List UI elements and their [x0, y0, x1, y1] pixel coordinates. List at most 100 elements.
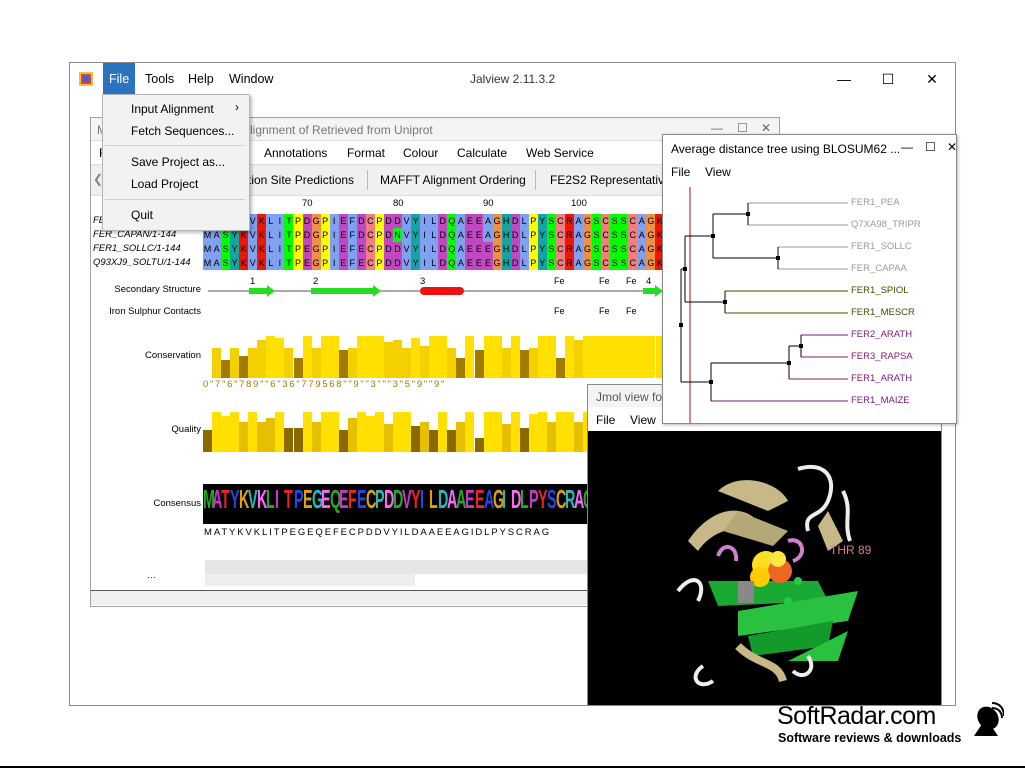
tree-menu-file[interactable]: File [671, 165, 690, 179]
residue: C [628, 214, 638, 228]
quality-bar [555, 412, 565, 452]
logo-letter: E [320, 484, 331, 514]
residue: S [619, 242, 629, 256]
logo-letter: I [275, 484, 280, 514]
residue: L [429, 256, 439, 270]
tab-mafft-ordering[interactable]: MAFFT Alignment Ordering [380, 173, 526, 187]
menu-item-quit[interactable]: Quit [131, 208, 153, 222]
tree-leaf-label[interactable]: FER1_SPIOL [851, 285, 909, 296]
tree-menu-view[interactable]: View [705, 165, 731, 179]
menu-annotations[interactable]: Annotations [264, 146, 327, 160]
residue: S [619, 228, 629, 242]
menu-web-service[interactable]: Web Service [526, 146, 594, 160]
residue: E [483, 256, 493, 270]
menu-colour[interactable]: Colour [403, 146, 438, 160]
residue: G [492, 256, 502, 270]
logo-letter: L [266, 484, 276, 514]
menu-tools[interactable]: Tools [139, 63, 180, 95]
residue: F [347, 242, 357, 256]
tree-leaf-label[interactable]: Q7XA98_TRIPR [851, 219, 921, 230]
jmol-menu-view[interactable]: View [630, 413, 656, 427]
conservation-bar [212, 348, 222, 378]
residue: E [356, 242, 366, 256]
residue: C [365, 242, 375, 256]
residue: K [257, 214, 267, 228]
residue: E [338, 242, 348, 256]
conservation-bar [384, 342, 393, 378]
residue: S [610, 214, 620, 228]
residue: K [257, 256, 267, 270]
residue: G [582, 242, 593, 256]
tree-maximize-icon[interactable]: ☐ [925, 140, 936, 154]
residue: D [392, 242, 403, 256]
tree-leaf-label[interactable]: FER1_ARATH [851, 373, 912, 384]
residue: A [456, 214, 466, 228]
tree-leaf-label[interactable]: FER1_SOLLC [851, 241, 912, 252]
frame-minimize-icon[interactable]: — [711, 121, 723, 135]
tab-fe2s2-representatives[interactable]: FE2S2 Representatives [550, 173, 677, 187]
logo-letter: L [519, 484, 529, 514]
residue: S [619, 214, 629, 228]
sequence-row[interactable]: FER1_SOLLC/1-144 M A S Y K V K L I T P E G P I E F E C P D D V Y… [91, 242, 666, 256]
residue: F [347, 228, 357, 242]
quality-bar [212, 412, 222, 452]
menu-window[interactable]: Window [223, 63, 279, 95]
residue: S [592, 242, 602, 256]
residue: A [456, 256, 466, 270]
residue: G [582, 228, 593, 242]
frame-maximize-icon[interactable]: ☐ [737, 121, 748, 135]
submenu-arrow-icon: › [235, 100, 239, 114]
tree-titlebar: Average distance tree using BLOSUM62 ...… [663, 135, 957, 161]
frame-close-icon[interactable]: ✕ [761, 121, 771, 135]
tree-close-icon[interactable]: ✕ [947, 140, 957, 154]
residue: P [320, 214, 330, 228]
quality-bar [420, 422, 430, 452]
tree-leaf-label[interactable]: FER1_PEA [851, 197, 900, 208]
residue: I [275, 228, 285, 242]
residue: L [519, 228, 529, 242]
menu-item-load-project[interactable]: Load Project [131, 177, 198, 191]
residue: L [429, 242, 439, 256]
quality-bar [302, 412, 312, 452]
residue: A [456, 228, 466, 242]
menu-item-fetch-sequences[interactable]: Fetch Sequences... [131, 124, 234, 138]
conservation-bar [601, 336, 611, 378]
menu-help[interactable]: Help [182, 63, 220, 95]
menu-file[interactable]: File [103, 63, 136, 95]
close-icon[interactable]: ✕ [910, 63, 954, 95]
residue: S [592, 214, 602, 228]
tree-leaf-label[interactable]: FER_CAPAA [851, 263, 907, 274]
tree-leaf-label[interactable]: FER1_MESCR [851, 307, 915, 318]
tree-leaf-label[interactable]: FER2_ARATH [851, 329, 912, 340]
occupancy-bar [205, 560, 589, 574]
tab-divider [535, 170, 536, 190]
tree-panel[interactable]: FER1_PEA Q7XA98_TRIPR FER1_SOLLC FER_CAPAA F… [663, 183, 956, 423]
quality-bar [239, 422, 249, 452]
quality-bar [429, 430, 439, 452]
residue: V [402, 256, 412, 270]
jmol-menu-file[interactable]: File [596, 413, 615, 427]
residue: G [492, 214, 502, 228]
residue: G [492, 228, 502, 242]
horizontal-scrollbar[interactable] [91, 590, 666, 605]
menu-calculate[interactable]: Calculate [457, 146, 507, 160]
quality-bar [338, 430, 348, 452]
quality-bar [293, 428, 303, 452]
residue: C [555, 228, 565, 242]
minimize-icon[interactable]: — [822, 63, 866, 95]
jmol-viewer[interactable]: THR 89 [588, 431, 941, 705]
menu-item-save-project[interactable]: Save Project as... [131, 155, 225, 169]
residue: A [573, 228, 583, 242]
tab-site-predictions[interactable]: tion Site Predictions [248, 173, 354, 187]
tree-leaf-label[interactable]: FER3_RAPSA [851, 351, 913, 362]
sequence-row[interactable]: Q93XJ9_SOLTU/1-144 M A S Y K V K L I T P E G P I E F E C P D D… [91, 256, 666, 270]
menu-format[interactable]: Format [347, 146, 385, 160]
quality-bar [537, 412, 547, 452]
tree-minimize-icon[interactable]: — [901, 140, 913, 154]
tree-leaf-label[interactable]: FER1_MAIZE [851, 395, 910, 406]
quality-bar [356, 412, 366, 452]
maximize-icon[interactable]: ☐ [866, 63, 910, 95]
sequence-name[interactable]: FER1_SOLLC/1-144 [93, 243, 181, 254]
sequence-name[interactable]: Q93XJ9_SOLTU/1-144 [93, 257, 191, 268]
menu-item-input-alignment[interactable]: Input Alignment [131, 102, 214, 116]
